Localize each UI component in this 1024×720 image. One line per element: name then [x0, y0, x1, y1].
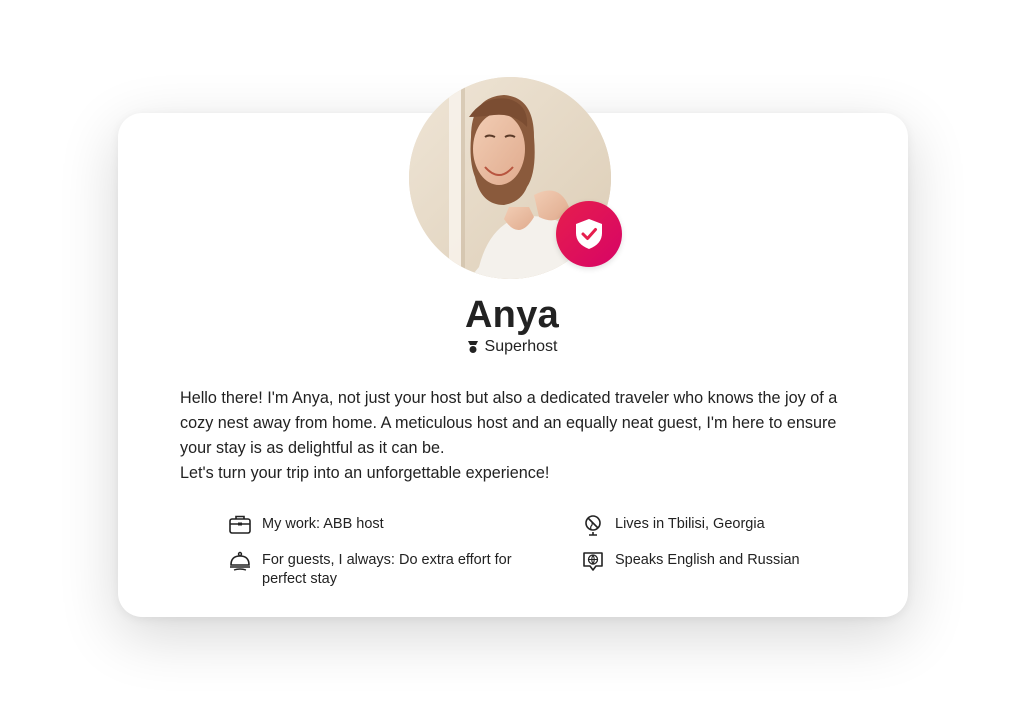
fact-guests-text: For guests, I always: Do extra effort fo…	[262, 552, 512, 587]
briefcase-icon	[229, 515, 251, 534]
host-bio: Hello there! I'm Anya, not just your hos…	[180, 386, 860, 486]
superhost-label: Superhost	[484, 338, 558, 355]
superhost-badge: Superhost	[0, 338, 1024, 356]
verified-badge	[556, 201, 622, 267]
bio-paragraph: Hello there! I'm Anya, not just your hos…	[180, 389, 838, 457]
fact-lives: Lives in Tbilisi, Georgia	[581, 515, 765, 537]
fact-work-text: My work: ABB host	[262, 516, 384, 532]
fact-speaks-text: Speaks English and Russian	[615, 552, 800, 568]
fact-speaks: Speaks English and Russian	[581, 551, 800, 573]
globe-icon	[585, 515, 601, 536]
superhost-icon	[467, 341, 478, 353]
speech-globe-icon	[583, 552, 603, 571]
bio-paragraph: Let's turn your trip into an unforgettab…	[180, 464, 550, 482]
host-name: Anya	[464, 294, 560, 336]
shield-check-icon	[576, 219, 602, 249]
avatar-container	[409, 77, 622, 279]
fact-guests: For guests, I always: Do extra effort fo…	[228, 551, 528, 589]
fact-lives-text: Lives in Tbilisi, Georgia	[615, 516, 765, 532]
cloche-icon	[230, 551, 250, 571]
fact-work: My work: ABB host	[228, 515, 384, 537]
